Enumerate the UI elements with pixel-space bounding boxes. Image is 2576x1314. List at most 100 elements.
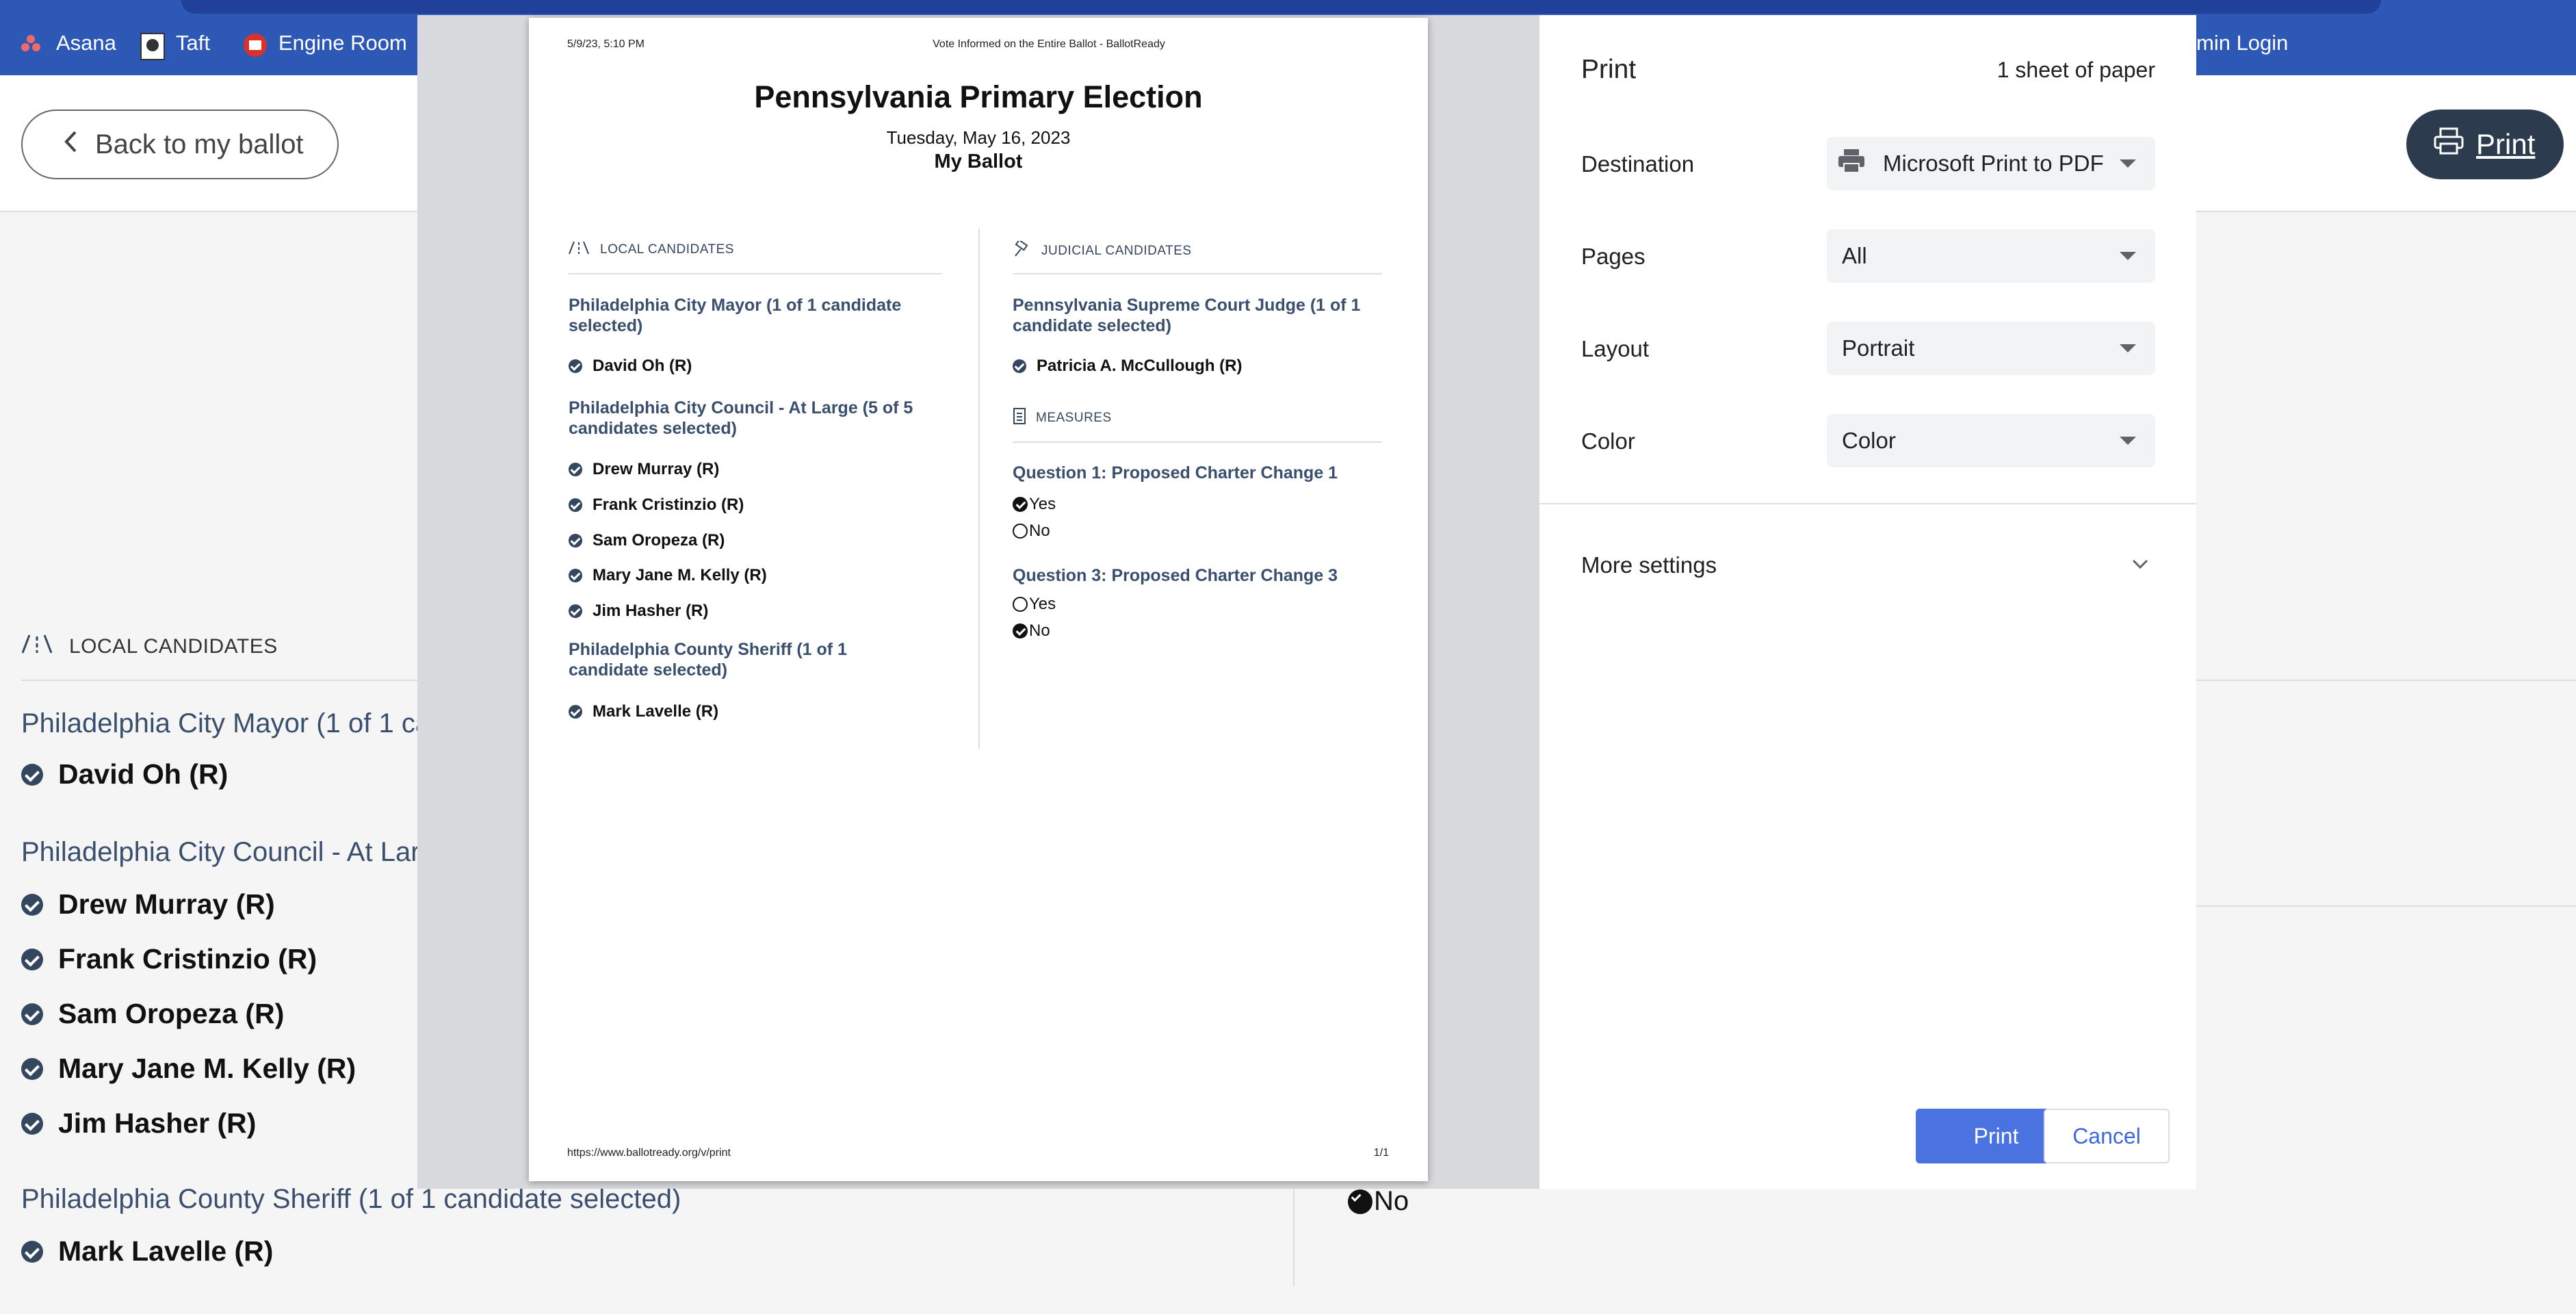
candidate-item: Jim Hasher (R): [21, 1107, 256, 1139]
check-icon: [569, 569, 582, 582]
check-icon: [21, 1112, 43, 1135]
preview-option-yes: Yes: [1013, 595, 1056, 614]
preview-page-number: 1/1: [1373, 1147, 1389, 1159]
preview-candidate: Sam Oropeza (R): [569, 531, 725, 550]
print-settings-panel: [1539, 15, 2196, 1189]
preview-judicial-heading: JUDICIAL CANDIDATES: [1013, 239, 1192, 261]
preview-page-title: Vote Informed on the Entire Ballot - Bal…: [933, 38, 1165, 50]
local-candidates-heading: LOCAL CANDIDATES: [21, 634, 278, 660]
engine-room-icon: [243, 33, 267, 57]
preview-candidate: Mark Lavelle (R): [569, 702, 718, 721]
council-race-title: Philadelphia City Council - At Lar: [21, 837, 420, 867]
column-divider: [978, 229, 980, 749]
preview-option-no: No: [1013, 521, 1050, 541]
print-label: Print: [2476, 128, 2536, 160]
gavel-icon: [1013, 239, 1032, 261]
check-icon: [21, 1003, 43, 1025]
preview-judge-race: Pennsylvania Supreme Court Judge (1 of 1…: [1013, 296, 1361, 335]
printer-icon: [2434, 127, 2464, 162]
bookmark-admin-login[interactable]: min Login: [2196, 26, 2288, 60]
divider: [1013, 273, 1382, 274]
preview-local-heading: LOCAL CANDIDATES: [569, 241, 734, 259]
destination-select[interactable]: Microsoft Print to PDF: [1827, 137, 2155, 190]
candidate-item: Drew Murray (R): [21, 888, 275, 920]
check-icon: [1013, 359, 1026, 373]
bookmark-label: Asana: [56, 31, 116, 55]
page-print-button[interactable]: Print: [2406, 110, 2564, 179]
selected-radio-icon: [1013, 497, 1028, 512]
check-icon: [569, 463, 582, 476]
color-label: Color: [1581, 428, 1635, 454]
preview-question-1: Question 1: Proposed Charter Change 1: [1013, 463, 1338, 482]
preview-candidate: Drew Murray (R): [569, 460, 719, 479]
preview-candidate: David Oh (R): [569, 357, 692, 376]
preview-election-date: Tuesday, May 16, 2023: [886, 127, 1071, 148]
candidate-item: Frank Cristinzio (R): [21, 943, 317, 975]
selected-radio-icon: [1348, 1189, 1372, 1214]
address-bar[interactable]: [181, 0, 2381, 14]
road-icon: [21, 634, 53, 660]
bookmark-label: min Login: [2196, 31, 2289, 55]
bookmark-asana[interactable]: Asana: [21, 26, 116, 60]
print-preview-page: 5/9/23, 5:10 PM Vote Informed on the Ent…: [529, 18, 1428, 1181]
candidate-item: Mary Jane M. Kelly (R): [21, 1053, 356, 1085]
color-select[interactable]: Color: [1827, 414, 2155, 467]
check-icon: [569, 534, 582, 548]
bookmark-label: Taft: [176, 31, 210, 55]
check-icon: [21, 948, 43, 970]
document-icon: [1013, 408, 1026, 428]
taft-icon: [140, 33, 165, 60]
radio-icon: [1013, 597, 1028, 612]
chevron-left-icon: [64, 129, 77, 160]
candidate-item: David Oh (R): [21, 758, 228, 790]
check-icon: [21, 1057, 43, 1080]
preview-question-3: Question 3: Proposed Charter Change 3: [1013, 566, 1338, 585]
check-icon: [21, 1240, 43, 1263]
road-icon: [569, 241, 589, 259]
preview-option-no: No: [1013, 621, 1050, 641]
chevron-down-icon: [2131, 558, 2149, 573]
preview-candidate: Jim Hasher (R): [569, 602, 708, 621]
dropdown-arrow-icon: [2120, 159, 2136, 168]
preview-council-race: Philadelphia City Council - At Large (5 …: [569, 398, 913, 438]
sheet-count: 1 sheet of paper: [1996, 57, 2155, 82]
measure-option-no: No: [1348, 1186, 1409, 1217]
selected-radio-icon: [1013, 623, 1028, 639]
preview-election-title: Pennsylvania Primary Election: [754, 79, 1203, 114]
candidate-item: Sam Oropeza (R): [21, 998, 284, 1030]
check-icon: [569, 705, 582, 719]
section-divider: [2196, 905, 2576, 907]
check-icon: [569, 359, 582, 373]
pages-select[interactable]: All: [1827, 229, 2155, 283]
check-icon: [21, 893, 43, 916]
bookmark-label: Engine Room: [278, 31, 407, 55]
divider: [1539, 503, 2196, 504]
more-settings-toggle[interactable]: More settings: [1581, 552, 2149, 579]
preview-subtitle: My Ballot: [934, 151, 1023, 172]
candidate-item: Mark Lavelle (R): [21, 1235, 273, 1267]
back-to-ballot-button[interactable]: Back to my ballot: [21, 110, 339, 179]
divider: [1013, 441, 1382, 443]
preview-timestamp: 5/9/23, 5:10 PM: [567, 38, 645, 50]
back-label: Back to my ballot: [95, 129, 304, 159]
dropdown-arrow-icon: [2120, 344, 2136, 352]
preview-candidate: Patricia A. McCullough (R): [1013, 357, 1242, 376]
dropdown-arrow-icon: [2120, 252, 2136, 260]
preview-footer-url: https://www.ballotready.org/v/print: [567, 1147, 731, 1159]
layout-select[interactable]: Portrait: [1827, 322, 2155, 375]
check-icon: [21, 763, 43, 786]
divider: [569, 273, 942, 274]
dropdown-arrow-icon: [2120, 437, 2136, 445]
bookmark-taft[interactable]: Taft: [140, 26, 210, 60]
bookmark-engine-room[interactable]: Engine Room: [243, 26, 407, 60]
mayor-race-title: Philadelphia City Mayor (1 of 1 ca: [21, 708, 431, 738]
radio-icon: [1013, 524, 1028, 539]
check-icon: [569, 604, 582, 618]
printer-icon: [1838, 149, 1865, 179]
pages-label: Pages: [1581, 244, 1645, 269]
asana-icon: [21, 33, 41, 53]
cancel-button[interactable]: Cancel: [2044, 1109, 2170, 1163]
preview-candidate: Mary Jane M. Kelly (R): [569, 566, 767, 585]
check-icon: [569, 498, 582, 512]
print-dialog-title: Print: [1581, 55, 1637, 84]
